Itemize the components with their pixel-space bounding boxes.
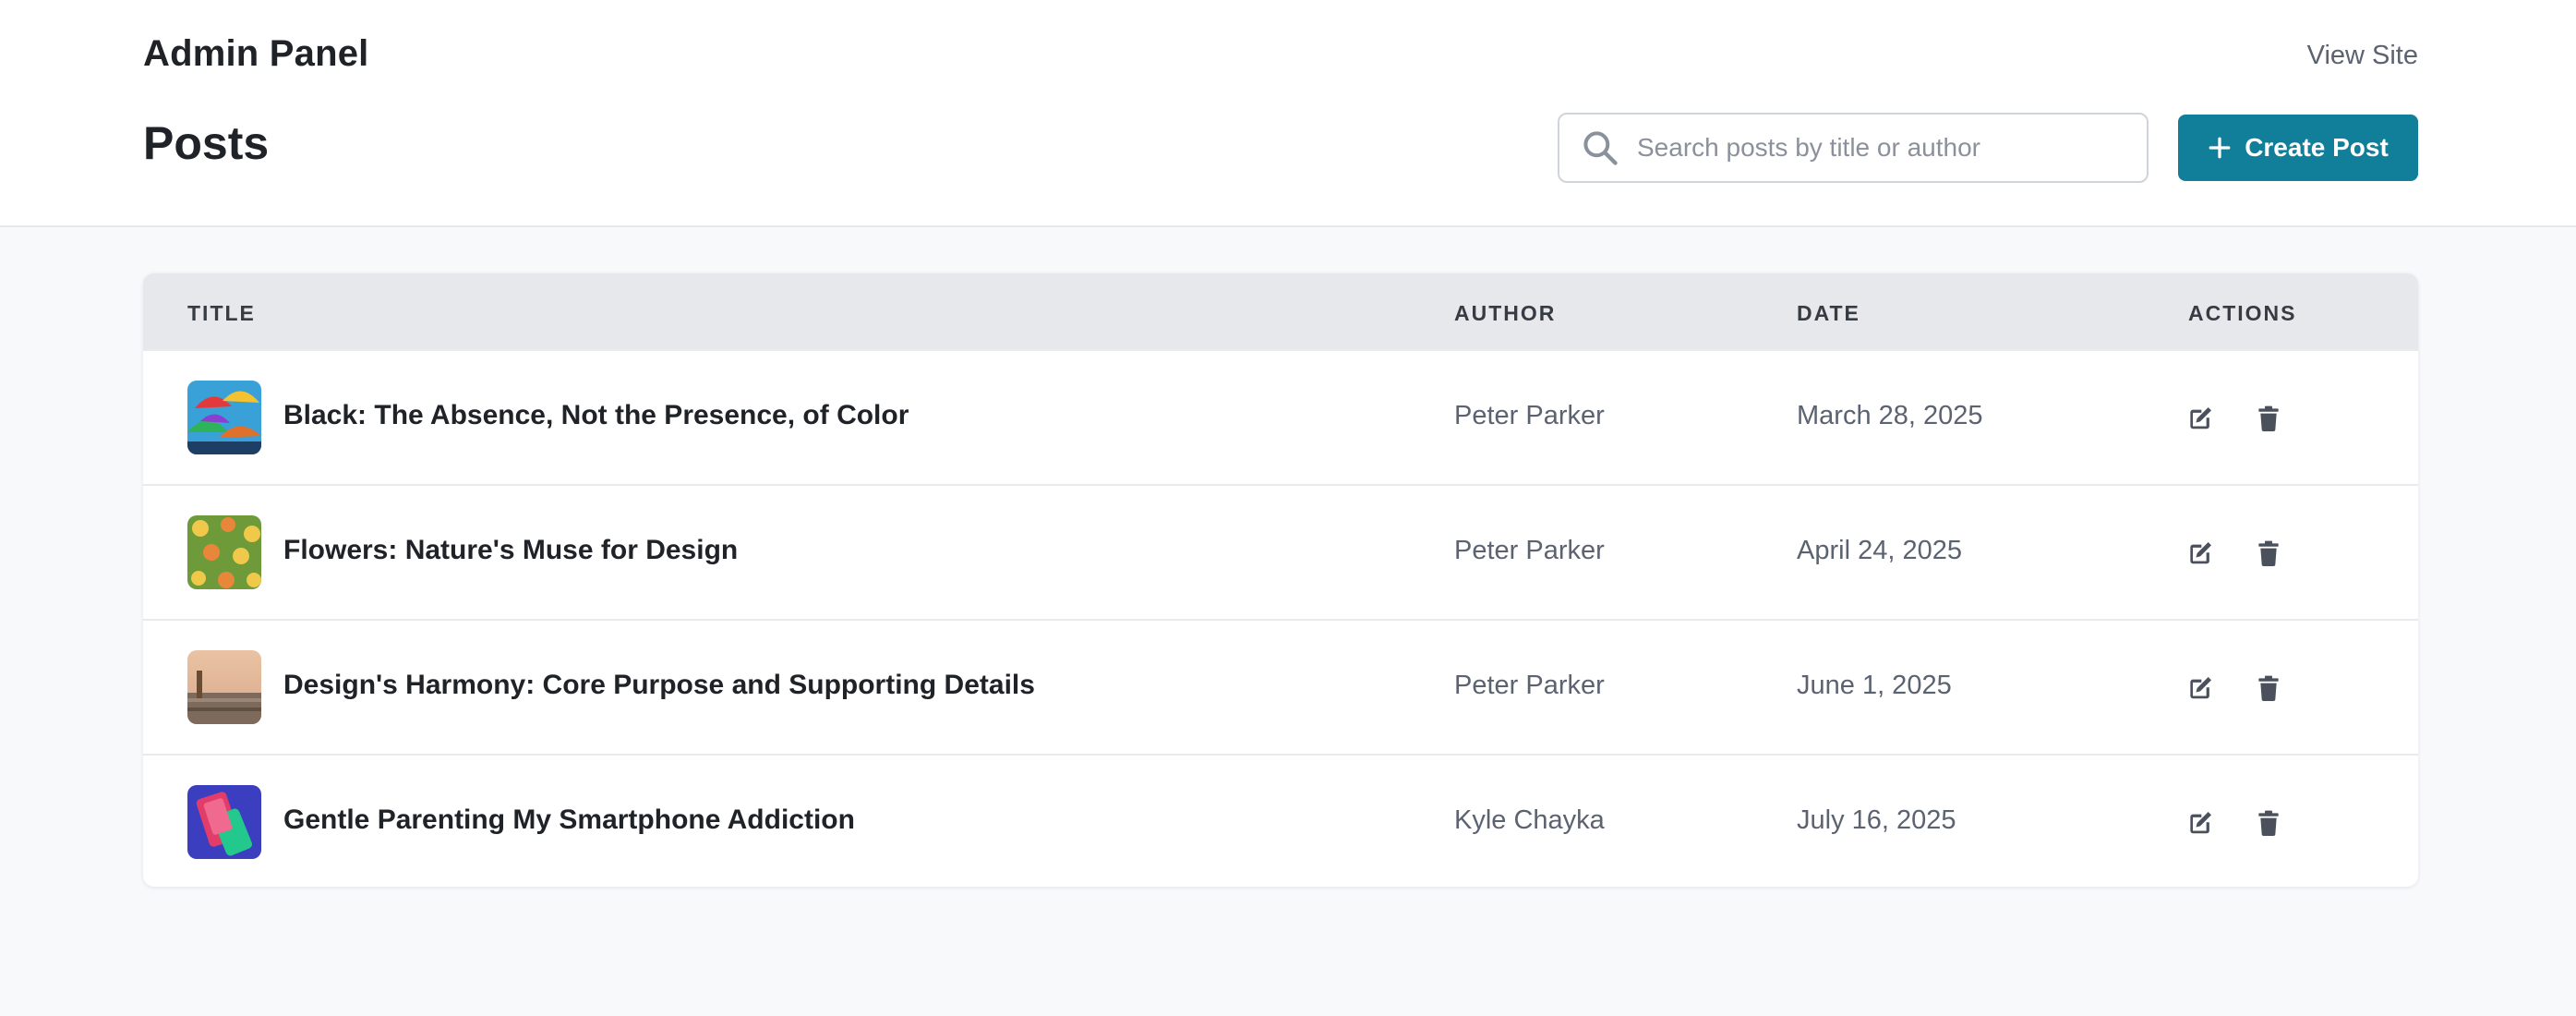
search-box (1558, 113, 2149, 183)
plus-icon (2209, 137, 2231, 159)
post-author: Kyle Chayka (1454, 805, 1605, 835)
post-date: July 16, 2025 (1797, 805, 1956, 835)
post-author: Peter Parker (1454, 536, 1605, 565)
column-header-author: AUTHOR (1454, 301, 1557, 325)
edit-button[interactable] (2185, 538, 2215, 568)
app-brand: Admin Panel (143, 33, 369, 74)
edit-icon (2190, 812, 2211, 834)
post-title[interactable]: Gentle Parenting My Smartphone Addiction (283, 804, 855, 836)
post-thumbnail (187, 650, 261, 724)
delete-button[interactable] (2254, 808, 2283, 838)
table-row: Gentle Parenting My Smartphone Addiction… (143, 754, 2418, 887)
page-title: Posts (143, 117, 270, 169)
post-author: Peter Parker (1454, 401, 1605, 430)
column-header-actions: ACTIONS (2188, 301, 2297, 325)
trash-icon (2258, 405, 2279, 431)
edit-button[interactable] (2185, 404, 2215, 433)
delete-button[interactable] (2254, 673, 2283, 703)
trash-icon (2258, 675, 2279, 701)
search-icon (1583, 131, 1618, 165)
search-input[interactable] (1637, 120, 2117, 175)
post-title[interactable]: Black: The Absence, Not the Presence, of… (283, 400, 909, 431)
post-date: June 1, 2025 (1797, 671, 1952, 700)
post-thumbnail (187, 785, 261, 859)
post-thumbnail (187, 381, 261, 454)
edit-button[interactable] (2185, 808, 2215, 838)
post-author: Peter Parker (1454, 671, 1605, 700)
table-row: Design's Harmony: Core Purpose and Suppo… (143, 619, 2418, 754)
edit-button[interactable] (2185, 673, 2215, 703)
post-title[interactable]: Design's Harmony: Core Purpose and Suppo… (283, 670, 1035, 701)
create-post-label: Create Post (2245, 133, 2389, 162)
delete-button[interactable] (2254, 404, 2283, 433)
table-row: Flowers: Nature's Muse for Design Peter … (143, 484, 2418, 619)
create-post-button[interactable]: Create Post (2178, 115, 2418, 181)
post-date: April 24, 2025 (1797, 536, 1962, 565)
post-date: March 28, 2025 (1797, 401, 1983, 430)
delete-button[interactable] (2254, 538, 2283, 568)
post-thumbnail (187, 515, 261, 589)
view-site-link[interactable]: View Site (2307, 41, 2418, 71)
edit-icon (2190, 677, 2211, 699)
table-header-row: TITLE AUTHOR DATE ACTIONS (143, 273, 2418, 349)
edit-icon (2190, 542, 2211, 564)
trash-icon (2258, 810, 2279, 836)
column-header-date: DATE (1797, 301, 1860, 325)
posts-table: TITLE AUTHOR DATE ACTIONS Black: The Abs… (143, 273, 2418, 887)
column-header-title: TITLE (187, 301, 256, 325)
trash-icon (2258, 540, 2279, 566)
post-title[interactable]: Flowers: Nature's Muse for Design (283, 535, 738, 566)
top-header: Admin Panel View Site Posts Create Post (0, 0, 2576, 227)
edit-icon (2190, 407, 2211, 429)
table-row: Black: The Absence, Not the Presence, of… (143, 349, 2418, 484)
